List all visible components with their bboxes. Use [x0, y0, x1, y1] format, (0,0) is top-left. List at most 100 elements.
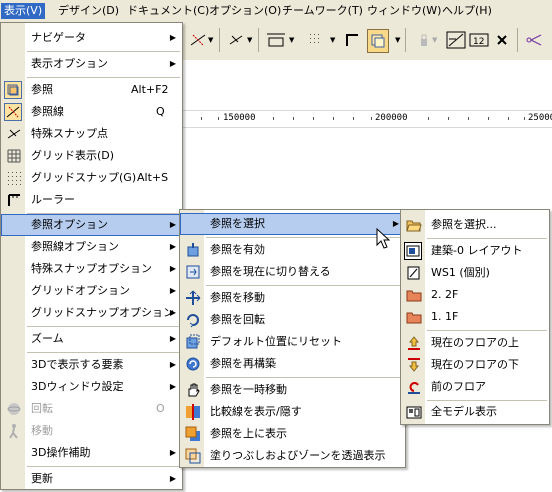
submenu-arrow-icon: ▶: [169, 286, 176, 295]
menu-item-switch-reference-current[interactable]: 参照を現在に切り替える: [180, 261, 405, 283]
menu-item-move-reference[interactable]: 参照を移動: [180, 287, 405, 309]
ruler-tick: [313, 117, 314, 120]
menu-item-temporary-move[interactable]: 参照を一時移動: [180, 379, 405, 401]
menu-separator: [27, 466, 180, 467]
menu-item-rotate-reference[interactable]: 参照を回転: [180, 309, 405, 331]
menu-item-worksheet-ws1[interactable]: WS1 (個別): [401, 262, 549, 284]
grid-display-icon[interactable]: [305, 27, 327, 53]
menu-item-label: 参照を有効: [210, 243, 265, 256]
menu-item-grid-snap-options[interactable]: グリッドスナップオプション ▶: [1, 302, 182, 324]
menu-item-reset-default-position[interactable]: デフォルト位置にリセット: [180, 331, 405, 353]
measure-tool-icon[interactable]: [445, 27, 467, 53]
dropdown-arrow-icon[interactable]: ▼: [208, 36, 213, 44]
menu-item-special-snap-options[interactable]: 特殊スナップオプション ▶: [1, 258, 182, 280]
menu-item-3d-navigation-aid[interactable]: 3D操作補助 ▶: [1, 442, 182, 464]
menu-item-refresh[interactable]: 更新 ▶: [1, 468, 182, 490]
menu-item-rotate: 回転 O: [1, 398, 182, 420]
reference-line-tool-icon[interactable]: [187, 27, 209, 53]
menu-item-previous-floor[interactable]: 前のフロア: [401, 376, 549, 398]
menu-item-zoom[interactable]: ズーム ▶: [1, 328, 182, 350]
menu-item-toggle-compare-lines[interactable]: 比較線を表示/隠す: [180, 401, 405, 423]
ruler-tick: [273, 117, 274, 120]
menu-item-label: 参照を回転: [210, 313, 265, 326]
menu-item-enable-reference[interactable]: 参照を有効: [180, 239, 405, 261]
dropdown-arrow-icon[interactable]: ▼: [395, 36, 400, 44]
menu-item-reference-options[interactable]: 参照オプション ▶: [1, 214, 182, 236]
menu-separator: [206, 237, 403, 238]
menu-separator: [427, 330, 547, 331]
menu-separator: [27, 326, 180, 327]
menu-item-label: グリッドスナップ(G): [31, 171, 137, 184]
menu-separator: [27, 352, 180, 353]
menu-design[interactable]: デザイン(D): [55, 3, 122, 19]
menu-item-special-snap[interactable]: 特殊スナップ点: [1, 123, 182, 145]
menu-help[interactable]: ヘルプ(H): [439, 3, 495, 19]
menu-item-label: デフォルト位置にリセット: [210, 335, 342, 348]
menu-item-grid-display[interactable]: グリッド表示(D): [1, 145, 182, 167]
menu-item-show-all-model[interactable]: 全モデル表示: [401, 401, 549, 423]
menu-item-navigator[interactable]: ナビゲータ ▶: [1, 27, 182, 49]
menu-item-label: 表示オプション: [31, 57, 108, 70]
menu-item-label: 3Dウィンドウ設定: [31, 380, 124, 393]
menu-item-3d-window-settings[interactable]: 3Dウィンドウ設定 ▶: [1, 376, 182, 398]
menu-item-label: グリッドオプション: [31, 284, 130, 297]
menu-item-story-2f[interactable]: 2. 2F: [401, 284, 549, 306]
story-folder-icon: [406, 287, 422, 303]
open-folder-icon: [406, 217, 422, 233]
ruler-tick: [371, 117, 372, 120]
menu-item-rebuild-reference[interactable]: 参照を再構築: [180, 353, 405, 375]
compare-lines-icon: [185, 404, 201, 420]
menu-item-label: 参照を選択: [210, 217, 265, 230]
menu-item-label: 参照を上に表示: [210, 427, 287, 440]
menu-item-grid-snap[interactable]: グリッドスナップ(G) Alt+S: [1, 167, 182, 189]
menu-separator: [27, 77, 180, 78]
svg-text:12: 12: [473, 37, 484, 47]
menu-item-transparent-fills-zones[interactable]: 塗りつぶしおよびゾーンを透過表示: [180, 445, 405, 467]
reference-toggle-icon[interactable]: [367, 29, 389, 53]
menu-item-shortcut: Q: [156, 105, 165, 118]
menu-item-label: 参照を現在に切り替える: [210, 265, 331, 278]
menu-item-show-reference-on-top[interactable]: 参照を上に表示: [180, 423, 405, 445]
menu-item-story-1f[interactable]: 1. 1F: [401, 306, 549, 328]
close-icon[interactable]: [491, 27, 513, 53]
dropdown-arrow-icon[interactable]: ▼: [330, 36, 335, 44]
special-snap-tool-icon[interactable]: [225, 27, 247, 53]
menu-item-floor-below[interactable]: 現在のフロアの下: [401, 354, 549, 376]
menu-item-label: 塗りつぶしおよびゾーンを透過表示: [210, 449, 386, 462]
ruler-label: 150000: [223, 113, 256, 123]
menu-item-reference-line-options[interactable]: 参照線オプション ▶: [1, 236, 182, 258]
ruler-icon: [6, 192, 22, 208]
menu-options[interactable]: オプション(O): [206, 3, 284, 19]
dimension-tool-icon[interactable]: [265, 27, 287, 53]
menu-document[interactable]: ドキュメント(C): [124, 3, 212, 19]
menu-item-display-options[interactable]: 表示オプション ▶: [1, 53, 182, 75]
menu-item-label: WS1 (個別): [431, 266, 490, 279]
orbit-icon: [6, 401, 22, 417]
submenu-arrow-icon: ▶: [169, 474, 176, 483]
menu-window[interactable]: ウィンドウ(W): [364, 3, 444, 19]
menu-item-select-reference-dialog[interactable]: 参照を選択...: [401, 214, 549, 236]
menu-item-ruler[interactable]: ルーラー: [1, 189, 182, 211]
menu-item-3d-elements[interactable]: 3Dで表示する要素 ▶: [1, 354, 182, 376]
menu-item-move: 移動: [1, 420, 182, 442]
menu-item-floor-above[interactable]: 現在のフロアの上: [401, 332, 549, 354]
menu-item-reference[interactable]: 参照 Alt+F2: [1, 79, 182, 101]
dimension-marker-icon[interactable]: 12: [468, 27, 490, 53]
submenu-arrow-icon: ▶: [169, 448, 176, 457]
trim-tool-icon[interactable]: [523, 27, 545, 53]
dropdown-arrow-icon[interactable]: ▼: [247, 36, 252, 44]
menu-item-label: 更新: [31, 472, 53, 485]
ruler-tick: [488, 117, 489, 120]
submenu-arrow-icon: ▶: [169, 59, 176, 68]
dropdown-arrow-icon[interactable]: ▼: [289, 36, 294, 44]
menu-view[interactable]: 表示(V): [1, 3, 46, 19]
menu-item-grid-options[interactable]: グリッドオプション ▶: [1, 280, 182, 302]
menu-item-reference-line[interactable]: 参照線 Q: [1, 101, 182, 123]
menu-separator: [427, 238, 547, 239]
menu-item-layout-arch-0[interactable]: 建築-0 レイアウト: [401, 240, 549, 262]
ruler-label: 250000: [528, 113, 552, 123]
menu-teamwork[interactable]: チームワーク(T): [279, 3, 366, 19]
view-menu: ナビゲータ ▶ 表示オプション ▶ 参照 Alt+F2 参照線 Q 特殊スナップ…: [0, 22, 183, 490]
menu-item-select-reference[interactable]: 参照を選択 ▶: [180, 213, 405, 235]
ruler-icon[interactable]: [341, 27, 363, 53]
